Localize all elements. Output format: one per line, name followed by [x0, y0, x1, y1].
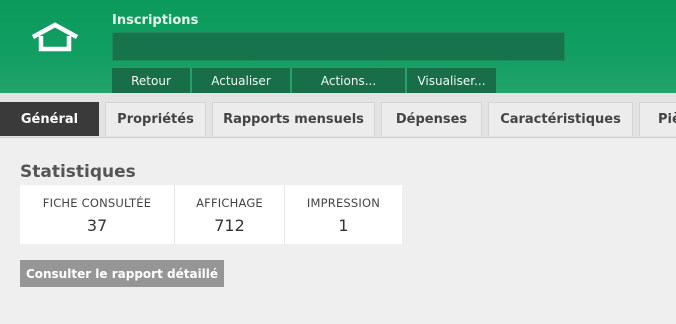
view-menu-button[interactable]: Visualiser... — [407, 68, 496, 93]
stat-label: AFFICHAGE — [196, 196, 263, 210]
home-icon — [31, 22, 79, 52]
statistics-title: Statistiques — [20, 162, 136, 182]
stat-value: 712 — [214, 216, 245, 235]
statistics-panel: FICHE CONSULTÉE 37 AFFICHAGE 712 IMPRESS… — [20, 185, 402, 244]
detailed-report-button[interactable]: Consulter le rapport détaillé — [20, 260, 224, 287]
tab-characteristics[interactable]: Caractéristiques — [488, 102, 633, 136]
record-title-field[interactable] — [112, 32, 565, 61]
stat-value: 1 — [338, 216, 349, 235]
app-header: Inscriptions Retour Actualiser Actions..… — [0, 0, 676, 93]
stat-display: AFFICHAGE 712 — [175, 185, 285, 244]
tab-properties[interactable]: Propriétés — [105, 102, 206, 136]
stat-label: IMPRESSION — [306, 196, 381, 210]
stat-value: 37 — [86, 216, 108, 235]
tab-bar: Général Propriétés Rapports mensuels Dép… — [0, 93, 676, 138]
home-button[interactable] — [26, 18, 84, 56]
back-button[interactable]: Retour — [112, 68, 192, 93]
tab-attachments[interactable]: Piè — [639, 102, 676, 136]
stat-record-viewed: FICHE CONSULTÉE 37 — [20, 185, 175, 244]
refresh-button[interactable]: Actualiser — [192, 68, 292, 93]
actions-menu-button[interactable]: Actions... — [292, 68, 407, 93]
stat-label: FICHE CONSULTÉE — [42, 196, 152, 210]
tab-monthly-reports[interactable]: Rapports mensuels — [212, 102, 375, 136]
tab-expenses[interactable]: Dépenses — [381, 102, 482, 136]
action-toolbar: Retour Actualiser Actions... Visualiser.… — [112, 68, 496, 93]
stat-print: IMPRESSION 1 — [285, 185, 402, 244]
tab-general[interactable]: Général — [0, 102, 99, 136]
page-title: Inscriptions — [112, 13, 199, 28]
